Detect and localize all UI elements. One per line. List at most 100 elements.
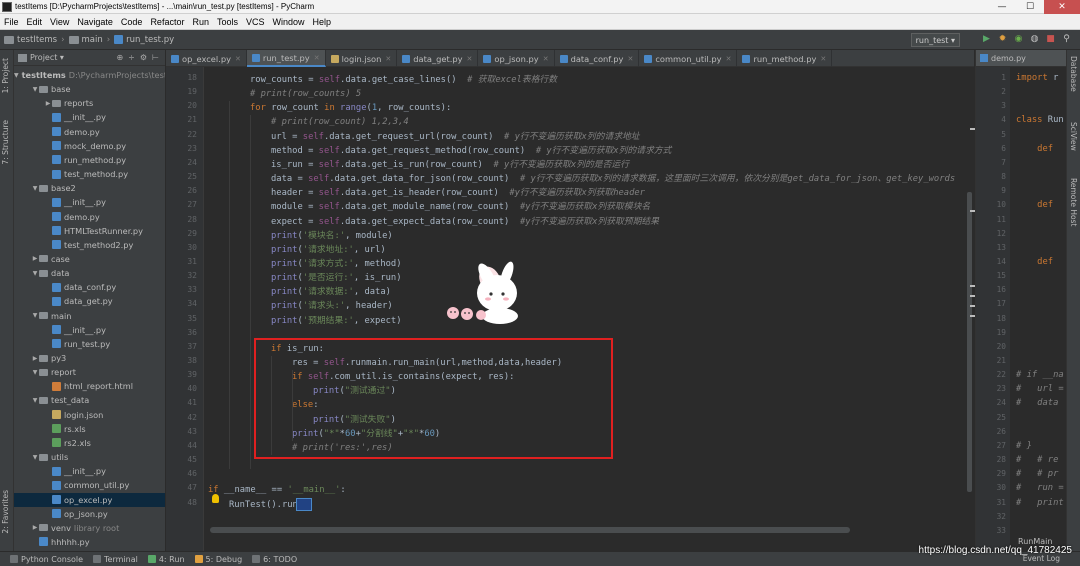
- close-tab-icon[interactable]: ✕: [467, 55, 473, 63]
- horizontal-scrollbar[interactable]: [210, 527, 850, 533]
- menu-code[interactable]: Code: [117, 17, 147, 27]
- tree-file[interactable]: __init__.py: [14, 323, 165, 337]
- tree-folder[interactable]: ▶ case: [14, 252, 165, 266]
- close-tab-icon[interactable]: ✕: [627, 55, 633, 63]
- editor-tab[interactable]: data_get.py ✕: [397, 50, 479, 67]
- chevron-right-icon[interactable]: ▶: [31, 355, 39, 362]
- vertical-scrollbar[interactable]: [966, 67, 974, 551]
- tree-folder[interactable]: ▼ main: [14, 309, 165, 323]
- profile-icon[interactable]: ◍: [1029, 33, 1040, 44]
- tree-file[interactable]: html_report.html: [14, 379, 165, 393]
- settings-gear-icon[interactable]: ⚙: [140, 53, 147, 62]
- remote-host-tool-tab[interactable]: Remote Host: [1069, 178, 1078, 226]
- intention-bulb-icon[interactable]: [212, 494, 219, 503]
- chevron-down-icon[interactable]: ▼: [31, 454, 39, 461]
- close-tab-icon[interactable]: ✕: [235, 55, 241, 63]
- favorites-tool-tab[interactable]: 2: Favorites: [1, 490, 10, 534]
- editor-tab[interactable]: op_excel.py ✕: [166, 50, 247, 67]
- tree-file[interactable]: rs2.xls: [14, 436, 165, 450]
- editor-tab[interactable]: common_util.py ✕: [639, 50, 738, 67]
- menu-vcs[interactable]: VCS: [242, 17, 269, 27]
- tree-folder[interactable]: ▼ report: [14, 365, 165, 379]
- tree-file[interactable]: run_method.py: [14, 153, 165, 167]
- search-icon[interactable]: ⚲: [1061, 33, 1072, 44]
- menu-tools[interactable]: Tools: [213, 17, 242, 27]
- scrollbar-thumb[interactable]: [967, 192, 972, 492]
- chevron-right-icon[interactable]: ▶: [31, 524, 39, 531]
- chevron-down-icon[interactable]: ▼: [31, 270, 39, 277]
- close-tab-icon[interactable]: ✕: [543, 55, 549, 63]
- tree-file[interactable]: demo.py: [14, 210, 165, 224]
- tree-file[interactable]: test_method2.py: [14, 238, 165, 252]
- tree-file[interactable]: common_util.py: [14, 478, 165, 492]
- code-area[interactable]: row_counts = self.data.get_case_lines() …: [208, 67, 974, 551]
- editor-tab[interactable]: run_test.py ✕: [246, 50, 326, 67]
- hide-panel-icon[interactable]: ⊢: [152, 53, 159, 62]
- project-view-selector[interactable]: Project ▾: [30, 53, 64, 62]
- tree-file[interactable]: run_test.py: [14, 337, 165, 351]
- tab-demo-py[interactable]: demo.py: [976, 50, 1066, 67]
- chevron-down-icon[interactable]: ▼: [14, 72, 19, 79]
- sciview-tool-tab[interactable]: SciView: [1069, 122, 1078, 151]
- chevron-down-icon[interactable]: ▼: [31, 312, 39, 319]
- menu-refactor[interactable]: Refactor: [146, 17, 188, 27]
- tree-folder[interactable]: ▼testItemsD:\PycharmProjects\testItems: [14, 68, 165, 82]
- tree-file[interactable]: data_conf.py: [14, 280, 165, 294]
- chevron-right-icon[interactable]: ▶: [44, 100, 52, 107]
- run-tab[interactable]: 4: Run: [147, 555, 185, 564]
- run-icon[interactable]: ▶: [981, 33, 992, 44]
- tree-file[interactable]: hhhhh.py: [14, 535, 165, 549]
- tree-folder[interactable]: ▶ reports: [14, 96, 165, 110]
- locate-icon[interactable]: ⊕: [116, 53, 123, 62]
- debug-tab[interactable]: 5: Debug: [194, 555, 242, 564]
- stop-icon[interactable]: ■: [1045, 33, 1056, 44]
- menu-run[interactable]: Run: [188, 17, 213, 27]
- database-tool-tab[interactable]: Database: [1069, 56, 1078, 92]
- editor-tab[interactable]: login.json ✕: [326, 50, 398, 67]
- tree-file[interactable]: data_get.py: [14, 294, 165, 308]
- tree-folder[interactable]: ▶ py3: [14, 351, 165, 365]
- close-button[interactable]: ✕: [1044, 0, 1080, 14]
- chevron-right-icon[interactable]: ▶: [31, 255, 39, 262]
- tree-folder[interactable]: ▼ data: [14, 266, 165, 280]
- tree-folder[interactable]: ▼ base: [14, 82, 165, 96]
- menu-navigate[interactable]: Navigate: [73, 17, 117, 27]
- tree-file[interactable]: op_json.py: [14, 507, 165, 521]
- tree-file[interactable]: op_excel.py: [14, 492, 165, 507]
- todo-tab[interactable]: 6: TODO: [252, 555, 297, 564]
- close-tab-icon[interactable]: ✕: [314, 54, 320, 62]
- close-tab-icon[interactable]: ✕: [820, 55, 826, 63]
- minimize-button[interactable]: —: [988, 0, 1016, 14]
- tree-folder[interactable]: ▼ test_data: [14, 393, 165, 407]
- breadcrumb-project[interactable]: testItems: [17, 35, 57, 45]
- tree-file[interactable]: test_method.py: [14, 167, 165, 181]
- breadcrumb-file[interactable]: run_test.py: [126, 35, 174, 45]
- tree-file[interactable]: login.json: [14, 408, 165, 422]
- tree-folder[interactable]: ▼ base2: [14, 181, 165, 195]
- tree-folder[interactable]: ▼ utils: [14, 450, 165, 464]
- breadcrumb-folder[interactable]: main: [82, 35, 103, 45]
- chevron-down-icon[interactable]: ▼: [31, 369, 39, 376]
- project-tool-tab[interactable]: 1: Project: [1, 58, 10, 93]
- structure-tool-tab[interactable]: 7: Structure: [1, 120, 10, 165]
- menu-help[interactable]: Help: [309, 17, 336, 27]
- debug-icon[interactable]: ✹: [997, 33, 1008, 44]
- run-configuration-select[interactable]: run_test ▾: [910, 33, 960, 47]
- python-console-tab[interactable]: Python Console: [10, 555, 83, 564]
- terminal-tab[interactable]: Terminal: [93, 555, 138, 564]
- close-tab-icon[interactable]: ✕: [385, 55, 391, 63]
- tree-folder[interactable]: ▶ venv library root: [14, 521, 165, 535]
- tree-file[interactable]: __init__.py: [14, 195, 165, 209]
- editor-tab[interactable]: run_method.py ✕: [737, 50, 833, 67]
- menu-file[interactable]: File: [0, 17, 23, 27]
- collapse-icon[interactable]: ÷: [128, 53, 135, 62]
- tree-file[interactable]: demo.py: [14, 125, 165, 139]
- menu-edit[interactable]: Edit: [23, 17, 47, 27]
- maximize-button[interactable]: ☐: [1016, 0, 1044, 14]
- coverage-icon[interactable]: ◉: [1013, 33, 1024, 44]
- chevron-down-icon[interactable]: ▼: [31, 185, 39, 192]
- tree-file[interactable]: HTMLTestRunner.py: [14, 224, 165, 238]
- tree-file[interactable]: mock_demo.py: [14, 139, 165, 153]
- menu-window[interactable]: Window: [269, 17, 309, 27]
- tree-file[interactable]: __init__.py: [14, 464, 165, 478]
